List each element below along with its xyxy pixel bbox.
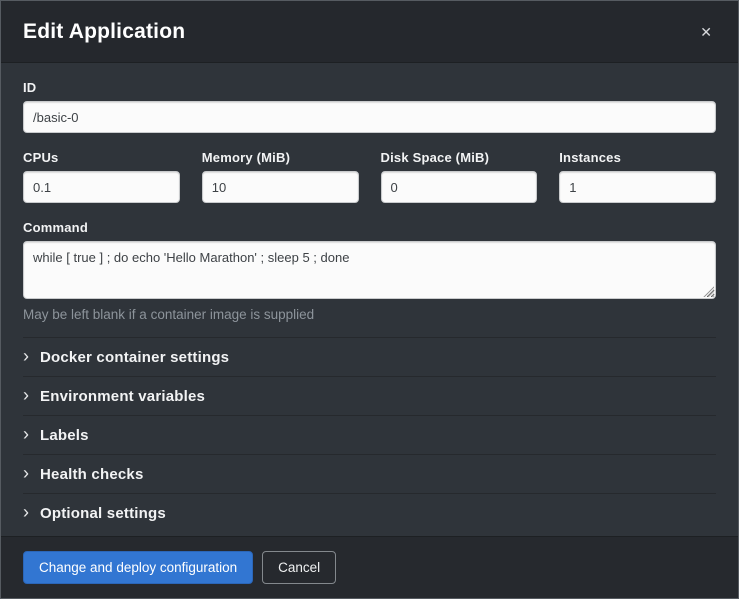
command-textarea-wrap: while [ true ] ; do echo 'Hello Marathon… [23, 241, 716, 299]
section-label: Environment variables [40, 388, 205, 405]
resources-row: CPUs Memory (MiB) Disk Space (MiB) Insta… [23, 150, 716, 203]
close-icon[interactable]: ✕ [696, 21, 716, 43]
disk-label: Disk Space (MiB) [381, 150, 538, 165]
command-field-group: Command while [ true ] ; do echo 'Hello … [23, 220, 716, 322]
modal-header: Edit Application ✕ [1, 1, 738, 63]
section-label: Docker container settings [40, 349, 229, 366]
modal-footer: Change and deploy configuration Cancel [1, 536, 738, 598]
collapsible-sections: › Docker container settings › Environmen… [23, 337, 716, 532]
command-textarea[interactable]: while [ true ] ; do echo 'Hello Marathon… [23, 241, 716, 299]
section-docker-container-settings[interactable]: › Docker container settings [23, 337, 716, 376]
disk-field-group: Disk Space (MiB) [381, 150, 538, 203]
memory-input[interactable] [202, 171, 359, 203]
chevron-right-icon: › [23, 347, 29, 365]
cpus-input[interactable] [23, 171, 180, 203]
instances-field-group: Instances [559, 150, 716, 203]
section-labels[interactable]: › Labels [23, 415, 716, 454]
memory-label: Memory (MiB) [202, 150, 359, 165]
disk-input[interactable] [381, 171, 538, 203]
chevron-right-icon: › [23, 425, 29, 443]
chevron-right-icon: › [23, 386, 29, 404]
section-optional-settings[interactable]: › Optional settings [23, 493, 716, 532]
id-label: ID [23, 80, 716, 95]
chevron-right-icon: › [23, 503, 29, 521]
section-label: Labels [40, 427, 89, 444]
command-help-text: May be left blank if a container image i… [23, 307, 716, 322]
edit-application-modal: Edit Application ✕ ID CPUs Memory (MiB) … [0, 0, 739, 599]
section-label: Optional settings [40, 505, 166, 522]
cancel-button[interactable]: Cancel [262, 551, 336, 584]
modal-title: Edit Application [23, 20, 185, 44]
section-health-checks[interactable]: › Health checks [23, 454, 716, 493]
memory-field-group: Memory (MiB) [202, 150, 359, 203]
chevron-right-icon: › [23, 464, 29, 482]
id-field-group: ID [23, 80, 716, 133]
cpus-label: CPUs [23, 150, 180, 165]
instances-input[interactable] [559, 171, 716, 203]
command-label: Command [23, 220, 716, 235]
instances-label: Instances [559, 150, 716, 165]
section-environment-variables[interactable]: › Environment variables [23, 376, 716, 415]
id-input[interactable] [23, 101, 716, 133]
change-and-deploy-button[interactable]: Change and deploy configuration [23, 551, 253, 584]
modal-body: ID CPUs Memory (MiB) Disk Space (MiB) In… [1, 63, 738, 536]
cpus-field-group: CPUs [23, 150, 180, 203]
section-label: Health checks [40, 466, 143, 483]
